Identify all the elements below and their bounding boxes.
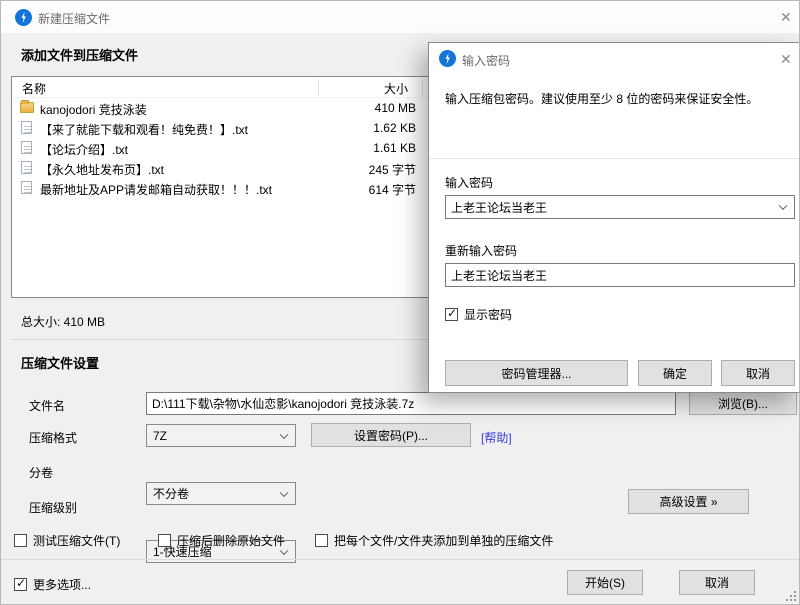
dialog-title: 输入密码 [462,54,511,68]
divider [1,559,799,560]
new-archive-window: 新建压缩文件 ✕ 添加文件到压缩文件 名称 大小 kanojodori 竞技泳装… [0,0,800,605]
file-name: 【永久地址发布页】.txt [40,163,165,177]
section-add-files-title: 添加文件到压缩文件 [21,48,139,63]
checkbox-test-archive[interactable]: 测试压缩文件(T) [14,532,120,549]
file-name: kanojodori 竞技泳装 [40,103,147,117]
column-size[interactable]: 大小 [308,80,408,97]
titlebar: 新建压缩文件 ✕ [1,1,799,33]
help-link[interactable]: [帮助] [481,429,512,446]
filename-label: 文件名 [29,399,66,413]
dialog-message: 输入压缩包密码。建议使用至少 8 位的密码来保证安全性。 [445,92,759,106]
volume-select[interactable]: 不分卷 [146,482,296,505]
file-size: 1.62 KB [373,121,416,135]
text-file-icon [21,141,32,154]
file-size: 1.61 KB [373,141,416,155]
file-size: 614 字节 [368,183,416,197]
file-name: 【来了就能下载和观看！纯免费！】.txt [40,123,249,137]
filename-input[interactable] [146,392,676,415]
bandizip-app-icon [439,50,456,67]
file-name: 【论坛介绍】.txt [40,143,129,157]
section-settings-title: 压缩文件设置 [21,356,100,371]
total-size: 总大小: 410 MB [21,315,106,329]
file-size: 245 字节 [368,163,416,177]
format-select[interactable]: 7Z [146,424,296,447]
format-label: 压缩格式 [29,431,78,445]
password-label: 输入密码 [445,176,494,190]
confirm-password-input[interactable] [445,263,795,287]
text-file-icon [21,121,32,134]
text-file-icon [21,161,32,174]
divider [429,158,799,159]
confirm-password-label: 重新输入密码 [445,244,518,258]
folder-icon [20,100,34,113]
window-title: 新建压缩文件 [38,12,111,26]
set-password-button[interactable]: 设置密码(P)... [311,423,471,447]
checkbox-delete-original[interactable]: 压缩后删除原始文件 [158,532,285,549]
checkbox-show-password[interactable]: 显示密码 [445,306,512,323]
checkbox-more-options[interactable]: 更多选项... [14,576,91,593]
dialog-cancel-button[interactable]: 取消 [721,360,795,386]
checkbox-icon[interactable] [315,534,328,547]
password-manager-button[interactable]: 密码管理器... [445,360,628,386]
enter-password-dialog: 输入密码 ✕ 输入压缩包密码。建议使用至少 8 位的密码来保证安全性。 输入密码… [428,42,799,393]
close-icon[interactable]: ✕ [780,52,792,66]
checkbox-icon[interactable] [14,534,27,547]
checkbox-icon[interactable] [445,306,458,321]
start-button[interactable]: 开始(S) [567,570,643,595]
checkbox-icon[interactable] [14,576,27,591]
resize-grip[interactable] [786,591,796,601]
chevron-down-icon [279,488,289,497]
file-size: 410 MB [374,101,416,115]
column-name[interactable]: 名称 [22,80,46,97]
browse-button[interactable]: 浏览(B)... [689,392,797,415]
advanced-settings-button[interactable]: 高级设置 » [628,489,749,514]
bandizip-app-icon [15,9,32,26]
volume-label: 分卷 [29,466,54,480]
level-label: 压缩级别 [29,501,78,515]
checkbox-separate-archives[interactable]: 把每个文件/文件夹添加到单独的压缩文件 [315,532,553,549]
close-icon[interactable]: ✕ [780,10,792,24]
chevron-down-icon[interactable] [778,201,788,211]
chevron-down-icon [279,430,289,439]
checkbox-icon[interactable] [158,534,171,547]
file-name: 最新地址及APP请发邮箱自动获取！！！.txt [40,183,273,197]
ok-button[interactable]: 确定 [638,360,712,386]
text-file-icon [21,181,32,194]
password-input[interactable]: 上老王论坛当老王 [445,195,795,219]
cancel-button[interactable]: 取消 [679,570,755,595]
